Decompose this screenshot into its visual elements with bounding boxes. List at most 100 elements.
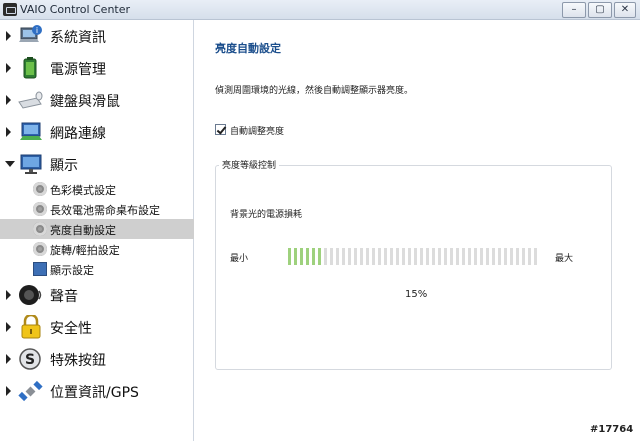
minimize-button[interactable]: – bbox=[562, 2, 586, 18]
expand-arrow-icon[interactable] bbox=[6, 386, 11, 396]
auto-brightness-checkbox[interactable] bbox=[215, 124, 226, 135]
expand-arrow-icon[interactable] bbox=[6, 290, 11, 300]
meter-segment bbox=[294, 248, 297, 265]
window-title: VAIO Control Center bbox=[20, 3, 131, 16]
meter-segment bbox=[318, 248, 321, 265]
sidebar-item-keyboard-mouse[interactable]: 鍵盤與滑鼠 bbox=[0, 86, 194, 114]
expand-arrow-icon[interactable] bbox=[6, 127, 11, 137]
meter-segment bbox=[534, 248, 537, 265]
meter-segment bbox=[366, 248, 369, 265]
meter-segment bbox=[504, 248, 507, 265]
page-title: 亮度自動設定 bbox=[215, 42, 281, 55]
meter-segment bbox=[402, 248, 405, 265]
brightness-level-group bbox=[215, 165, 612, 370]
sidebar-subitem-battery-wallpaper[interactable]: 長效電池需命桌布設定 bbox=[0, 199, 194, 219]
meter-segment bbox=[498, 248, 501, 265]
sidebar-item-label: 系統資訊 bbox=[50, 30, 106, 46]
sidebar-subitem-label: 旋轉/輕拍設定 bbox=[50, 244, 120, 257]
svg-text:i: i bbox=[36, 26, 38, 35]
sidebar-item-label: 位置資訊/GPS bbox=[50, 385, 139, 401]
maximize-button[interactable]: ▢ bbox=[588, 2, 612, 18]
svg-text:S: S bbox=[25, 352, 35, 368]
meter-segment bbox=[444, 248, 447, 265]
gear-icon bbox=[33, 182, 47, 196]
expand-arrow-icon[interactable] bbox=[6, 63, 11, 73]
close-button[interactable]: ✕ bbox=[614, 2, 636, 18]
meter-segment bbox=[474, 248, 477, 265]
meter-segment bbox=[288, 248, 291, 265]
expand-arrow-icon[interactable] bbox=[6, 31, 11, 41]
s-button-icon: S bbox=[19, 348, 41, 370]
meter-segment bbox=[396, 248, 399, 265]
sidebar-item-system-info[interactable]: i 系統資訊 bbox=[0, 22, 194, 50]
sidebar-item-security[interactable]: 安全性 bbox=[0, 313, 194, 341]
sidebar-item-label: 特殊按鈕 bbox=[50, 353, 106, 369]
meter-segment bbox=[426, 248, 429, 265]
sidebar-item-gps[interactable]: 位置資訊/GPS bbox=[0, 377, 194, 405]
auto-brightness-label[interactable]: 自動調整亮度 bbox=[230, 124, 284, 137]
meter-segment bbox=[432, 248, 435, 265]
meter-segment bbox=[324, 248, 327, 265]
meter-segment bbox=[450, 248, 453, 265]
meter-segment bbox=[438, 248, 441, 265]
meter-segment bbox=[306, 248, 309, 265]
sidebar-subitem-label: 顯示設定 bbox=[50, 264, 94, 277]
meter-segment bbox=[354, 248, 357, 265]
monitor-icon bbox=[33, 262, 47, 276]
gear-icon bbox=[33, 222, 47, 236]
title-bar: VAIO Control Center – ▢ ✕ bbox=[0, 0, 640, 20]
meter-segment bbox=[456, 248, 459, 265]
sidebar-item-label: 安全性 bbox=[50, 321, 92, 337]
sidebar-item-network[interactable]: 網路連線 bbox=[0, 118, 194, 146]
expand-arrow-icon[interactable] bbox=[6, 322, 11, 332]
meter-segment bbox=[408, 248, 411, 265]
meter-segment bbox=[462, 248, 465, 265]
sidebar-item-label: 聲音 bbox=[50, 289, 78, 305]
keyboard-icon bbox=[18, 91, 43, 109]
vaio-app-icon bbox=[3, 3, 17, 16]
min-label: 最小 bbox=[230, 254, 249, 264]
meter-segment bbox=[486, 248, 489, 265]
meter-segment bbox=[342, 248, 345, 265]
computer-info-icon: i bbox=[19, 25, 42, 42]
group-title: 亮度等級控制 bbox=[219, 158, 280, 171]
expand-arrow-icon[interactable] bbox=[6, 354, 11, 364]
meter-segment bbox=[384, 248, 387, 265]
meter-segment bbox=[516, 248, 519, 265]
meter-segment bbox=[420, 248, 423, 265]
sidebar-subitem-auto-brightness[interactable]: 亮度自動設定 bbox=[0, 219, 194, 239]
satellite-icon bbox=[18, 380, 43, 402]
lock-icon bbox=[21, 315, 41, 339]
meter-segment bbox=[492, 248, 495, 265]
sidebar-subitem-display-settings[interactable]: 顯示設定 bbox=[0, 259, 194, 279]
meter-segment bbox=[510, 248, 513, 265]
sidebar-item-power[interactable]: 電源管理 bbox=[0, 54, 194, 82]
watermark-text: #17764 bbox=[590, 424, 634, 435]
sidebar-subitem-label: 色彩模式設定 bbox=[50, 184, 116, 197]
meter-segment bbox=[414, 248, 417, 265]
speaker-icon bbox=[19, 285, 42, 305]
meter-segment bbox=[300, 248, 303, 265]
collapse-arrow-icon[interactable] bbox=[5, 161, 15, 167]
sidebar-subitem-color-mode[interactable]: 色彩模式設定 bbox=[0, 179, 194, 199]
sidebar-item-label: 電源管理 bbox=[50, 62, 106, 78]
meter-segment bbox=[312, 248, 315, 265]
max-label: 最大 bbox=[555, 254, 574, 264]
sidebar-subitem-rotate-tap[interactable]: 旋轉/輕拍設定 bbox=[0, 239, 194, 259]
meter-segment bbox=[336, 248, 339, 265]
main-panel: 亮度自動設定 偵測周圍環境的光線，然後自動調整顯示器亮度。 自動調整亮度 亮度等… bbox=[195, 20, 640, 441]
meter-segment bbox=[468, 248, 471, 265]
network-icon bbox=[20, 122, 42, 140]
meter-segment bbox=[360, 248, 363, 265]
meter-segment bbox=[378, 248, 381, 265]
brightness-percent: 15% bbox=[405, 289, 428, 300]
meter-segment bbox=[372, 248, 375, 265]
sidebar-item-special-buttons[interactable]: S 特殊按鈕 bbox=[0, 345, 194, 373]
expand-arrow-icon[interactable] bbox=[6, 95, 11, 105]
sidebar-item-display[interactable]: 顯示 bbox=[0, 150, 194, 178]
meter-segment bbox=[330, 248, 333, 265]
sidebar-item-label: 鍵盤與滑鼠 bbox=[50, 94, 120, 110]
gear-icon bbox=[33, 242, 47, 256]
sidebar-item-sound[interactable]: 聲音 bbox=[0, 281, 194, 309]
meter-segment bbox=[528, 248, 531, 265]
